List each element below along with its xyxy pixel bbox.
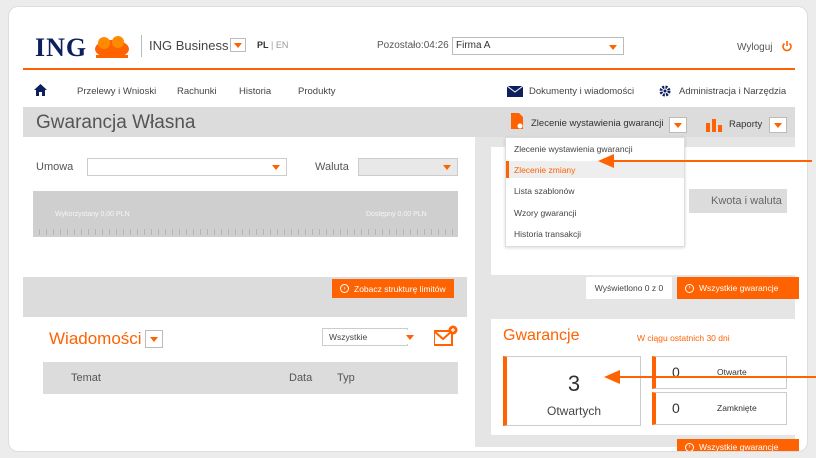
- power-icon: [782, 41, 793, 52]
- language-switch[interactable]: PL | EN: [257, 40, 288, 50]
- reports-button[interactable]: Raporty: [729, 119, 762, 130]
- new-guarantee-dropdown[interactable]: [669, 117, 687, 133]
- lang-separator: |: [271, 40, 274, 50]
- all-guarantees-label: Wszystkie gwarancje: [699, 283, 779, 293]
- app-name: ING Business: [149, 38, 229, 53]
- company-dropdown-icon[interactable]: [605, 40, 621, 54]
- stat-closed-count: 0: [672, 400, 680, 416]
- nav-history[interactable]: Historia: [239, 86, 271, 97]
- annotation-arrowhead-icon: [604, 370, 620, 384]
- limit-structure-label: Zobacz strukturę limitów: [354, 283, 446, 294]
- more-guarantees-button[interactable]: › Wszystkie gwarancje: [677, 439, 799, 452]
- header-separator: [141, 35, 142, 57]
- home-icon[interactable]: [34, 84, 47, 96]
- logout-label: Wyloguj: [737, 42, 773, 53]
- session-timer: Pozostało:04:26: [377, 40, 449, 51]
- lang-en[interactable]: EN: [276, 40, 289, 50]
- app-window: ING ING Business PL | EN Pozostało:04:26…: [8, 6, 808, 452]
- company-select[interactable]: Firma A: [452, 37, 624, 55]
- menu-item-amendment[interactable]: Zlecenie zmiany: [514, 165, 575, 175]
- header-divider: [23, 68, 795, 70]
- gear-icon: [659, 85, 671, 97]
- annotation-arrow-menu-line: [612, 160, 812, 162]
- new-guarantee-button[interactable]: Zlecenie wystawienia gwarancji: [531, 118, 664, 129]
- stat-closed-card[interactable]: 0 Zamknięte: [652, 392, 787, 425]
- guarantees-period: W ciągu ostatnich 30 dni: [637, 333, 730, 343]
- col-subject[interactable]: Temat: [71, 372, 101, 384]
- messages-title: Wiadomości: [49, 329, 142, 348]
- col-type[interactable]: Typ: [337, 372, 355, 384]
- lion-logo-icon: [95, 36, 129, 58]
- more-guarantees-label: Wszystkie gwarancje: [699, 442, 779, 452]
- currency-label: Waluta: [315, 161, 349, 173]
- page-title: Gwarancja Własna: [36, 112, 196, 133]
- menu-item-templates[interactable]: Lista szablonów: [514, 186, 574, 196]
- all-guarantees-button[interactable]: › Wszystkie gwarancje: [677, 277, 799, 299]
- currency-dropdown-icon[interactable]: [439, 160, 455, 174]
- open-count: 3: [567, 371, 581, 396]
- menu-item-transaction-history[interactable]: Historia transakcji: [514, 229, 581, 239]
- arrow-circle-icon: ›: [340, 284, 349, 293]
- limit-structure-button[interactable]: › Zobacz strukturę limitów: [332, 279, 454, 298]
- open-guarantees-card[interactable]: 3 Otwartych: [503, 356, 641, 426]
- open-label: Otwartych: [546, 404, 601, 418]
- col-date[interactable]: Data: [289, 372, 312, 384]
- messages-title-dropdown[interactable]: [145, 330, 163, 348]
- nav-documents[interactable]: Dokumenty i wiadomości: [529, 86, 634, 97]
- used-amount: Wykorzystany 0,00 PLN: [55, 211, 130, 218]
- nav-admin[interactable]: Administracja i Narzędzia: [679, 86, 786, 97]
- reports-icon: [706, 119, 722, 132]
- guarantees-title: Gwarancje: [503, 327, 580, 344]
- available-amount: Dostępny 0,00 PLN: [366, 211, 427, 218]
- results-count: Wyświetlono 0 z 0: [586, 277, 672, 299]
- stat-closed-label: Zamknięte: [717, 403, 757, 413]
- contract-select[interactable]: [87, 158, 287, 176]
- ing-logo[interactable]: ING: [35, 33, 87, 63]
- nav-accounts[interactable]: Rachunki: [177, 86, 217, 97]
- arrow-circle-icon: ›: [685, 283, 694, 293]
- app-switch-dropdown[interactable]: [230, 38, 246, 52]
- messages-filter-dropdown-icon[interactable]: [402, 330, 418, 344]
- stat-open-card[interactable]: 0 Otwarte: [652, 356, 787, 389]
- new-guarantee-menu: Zlecenie wystawienia gwarancji Zlecenie …: [505, 137, 685, 247]
- reports-dropdown[interactable]: [769, 117, 787, 133]
- annotation-arrow-count-line: [620, 376, 816, 378]
- bar-scale: [39, 229, 454, 235]
- envelope-icon: [507, 86, 523, 97]
- logout-link[interactable]: Wyloguj: [737, 40, 793, 53]
- amount-column-header: Kwota i waluta: [689, 189, 787, 213]
- contract-label: Umowa: [36, 161, 74, 173]
- lang-pl[interactable]: PL: [257, 40, 269, 50]
- menu-item-issue-guarantee[interactable]: Zlecenie wystawienia gwarancji: [514, 144, 633, 154]
- new-document-icon: [511, 113, 523, 129]
- contract-dropdown-icon[interactable]: [268, 160, 284, 174]
- menu-item-guarantee-forms[interactable]: Wzory gwarancji: [514, 208, 576, 218]
- nav-transfers[interactable]: Przelewy i Wnioski: [77, 86, 156, 97]
- new-message-icon[interactable]: [434, 325, 458, 347]
- messages-filter-select[interactable]: Wszystkie: [322, 328, 408, 346]
- annotation-arrowhead-icon: [598, 154, 614, 168]
- arrow-circle-icon: ›: [685, 442, 694, 451]
- messages-table-header: Temat Data Typ: [43, 362, 458, 394]
- nav-products[interactable]: Produkty: [298, 86, 336, 97]
